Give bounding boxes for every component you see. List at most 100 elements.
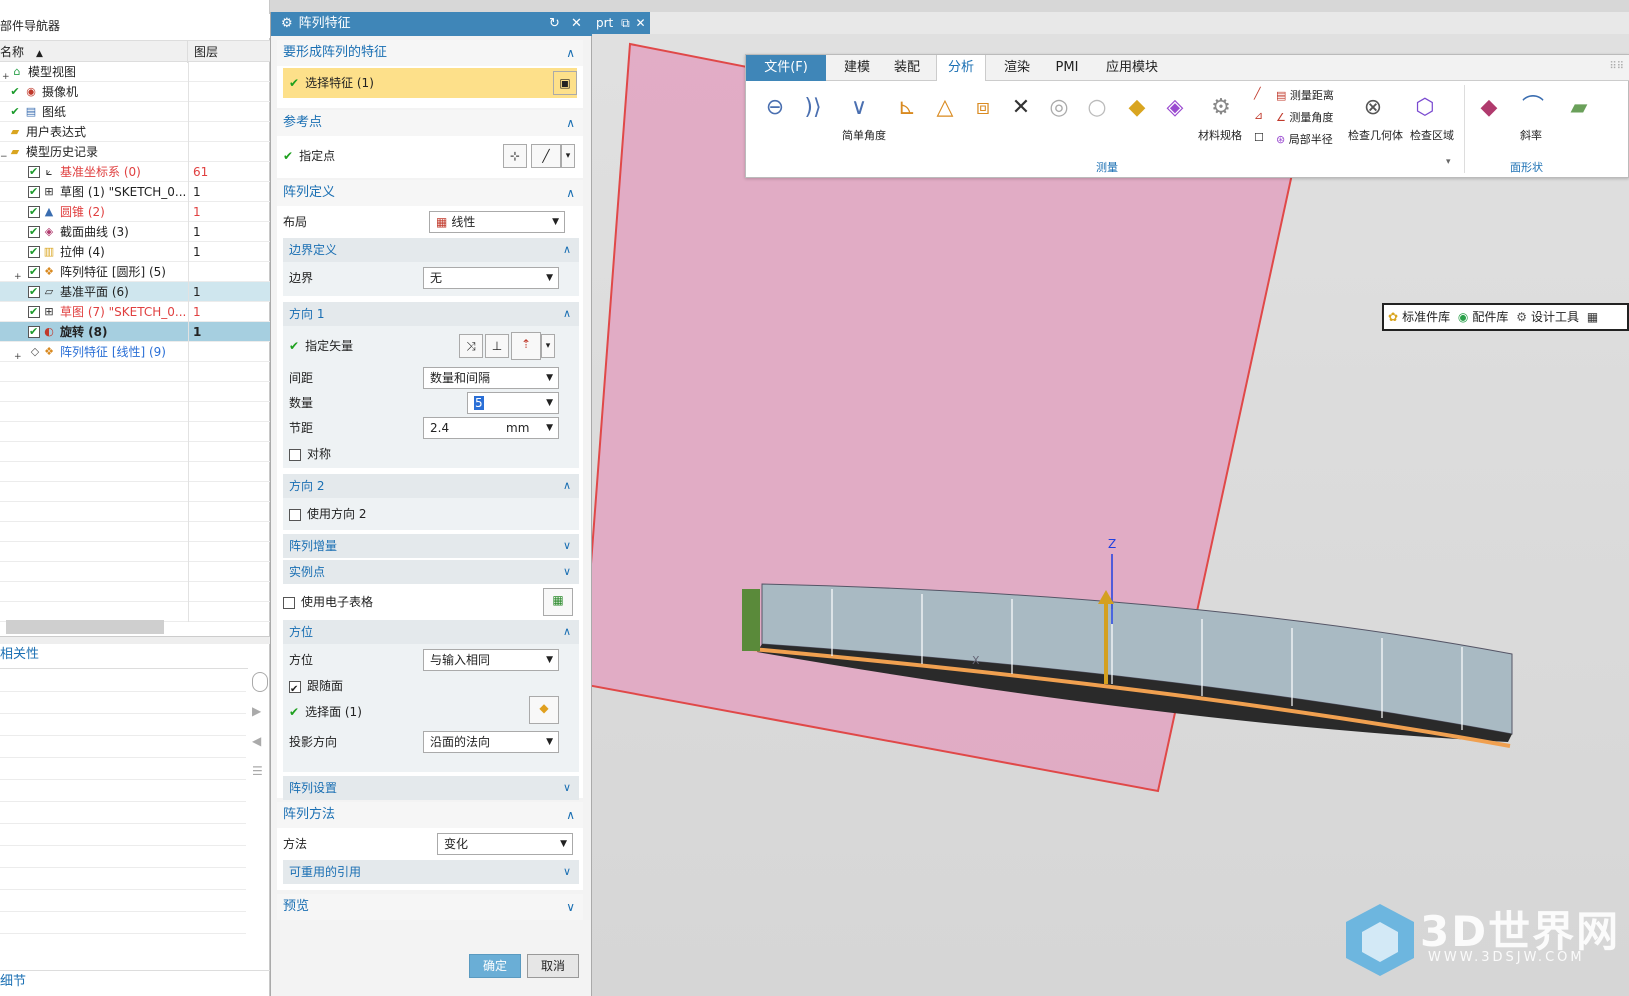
- tree-row-section-curve[interactable]: ◈ 截面曲线 (3) 1: [0, 222, 270, 242]
- cancel-button[interactable]: 取消: [527, 954, 579, 978]
- tree-row-datum-csys[interactable]: ⟀ 基准坐标系 (0) 61: [0, 162, 270, 182]
- tree-row-extrude[interactable]: ▥ 拉伸 (4) 1: [0, 242, 270, 262]
- direction2-subsection-header[interactable]: 方向 2 ∧: [283, 474, 579, 498]
- boundary-subsection-header[interactable]: 边界定义 ∧: [283, 238, 579, 262]
- spreadsheet-icon[interactable]: ▦: [543, 588, 573, 616]
- tree-row-datum-plane[interactable]: ▱ 基准平面 (6) 1: [0, 282, 270, 302]
- dropdown-arrow-icon[interactable]: ▾: [541, 334, 555, 358]
- follow-face-checkbox[interactable]: 跟随面: [289, 674, 343, 702]
- tree-row-cone[interactable]: ▲ 圆锥 (2) 1: [0, 202, 270, 222]
- tab-application[interactable]: 应用模块: [1096, 55, 1168, 81]
- tab-modeling[interactable]: 建模: [836, 55, 878, 81]
- tab-file[interactable]: 文件(F): [746, 55, 826, 81]
- check-region-icon[interactable]: ⬡: [1408, 91, 1442, 125]
- panel-splitter[interactable]: [0, 636, 270, 644]
- part-tab[interactable]: prt ⧉ ✕: [592, 12, 650, 34]
- definition-section-header[interactable]: 阵列定义 ∧: [277, 180, 583, 206]
- ring-icon[interactable]: ○: [1080, 91, 1114, 125]
- use-direction2-checkbox[interactable]: 使用方向 2: [289, 502, 366, 526]
- measure-angle-small-icon[interactable]: ⊿: [1254, 109, 1263, 122]
- material-spec-icon[interactable]: ⚙: [1204, 91, 1238, 125]
- list-icon[interactable]: ☰: [252, 764, 268, 790]
- tree-row-model-history[interactable]: − ▰ 模型历史记录: [0, 142, 270, 162]
- features-section-header[interactable]: 要形成阵列的特征 ∧: [277, 40, 583, 66]
- tree-row-drawings[interactable]: ✔ ▤ 图纸: [0, 102, 270, 122]
- feature-select-icon[interactable]: ▣: [553, 71, 577, 95]
- design-tools-button[interactable]: 设计工具: [1531, 310, 1579, 324]
- specify-vector-row[interactable]: ✔ 指定矢量: [289, 334, 353, 358]
- local-radius-button[interactable]: ⊛ 局部半径: [1276, 131, 1333, 147]
- measure-arc-icon[interactable]: )⟩: [796, 91, 830, 125]
- dropdown-arrow-icon[interactable]: ▾: [561, 144, 575, 168]
- group-dropdown-icon[interactable]: ▾: [1446, 157, 1451, 167]
- face-analysis-icon[interactable]: ◆: [1472, 91, 1506, 125]
- tree-row-sketch-1[interactable]: ⊞ 草图 (1) "SKETCH_0... 1: [0, 182, 270, 202]
- visibility-checkbox[interactable]: [28, 322, 40, 342]
- select-face-row[interactable]: ✔ 选择面 (1): [289, 700, 362, 724]
- face-select-icon[interactable]: ◆: [529, 696, 559, 724]
- pyramid-icon[interactable]: △: [928, 91, 962, 125]
- count-input[interactable]: 5 ▼: [467, 392, 559, 414]
- column-name-header[interactable]: 名称 ▲: [0, 41, 188, 63]
- projection-select[interactable]: 沿面的法向 ▼: [423, 731, 559, 753]
- mass-icon[interactable]: ◎: [1042, 91, 1076, 125]
- simple-length-icon[interactable]: ⊾: [890, 91, 924, 125]
- measure-distance-icon[interactable]: ⊖: [758, 91, 792, 125]
- relations-panel-title[interactable]: 相关性: [0, 644, 270, 666]
- slope-icon[interactable]: ⌒: [1516, 91, 1550, 125]
- reusable-subsection-header[interactable]: 可重用的引用 ∨: [283, 860, 579, 884]
- layout-select[interactable]: ▦ 线性 ▼: [429, 211, 565, 233]
- visibility-checkbox[interactable]: [28, 202, 40, 222]
- method-select[interactable]: 变化 ▼: [437, 833, 573, 855]
- orientation-select[interactable]: 与输入相同 ▼: [423, 649, 559, 671]
- close-icon[interactable]: ✕: [571, 12, 582, 36]
- spacing-select[interactable]: 数量和间隔 ▼: [423, 367, 559, 389]
- intersect-icon[interactable]: ✕: [1004, 91, 1038, 125]
- settings-subsection-header[interactable]: 阵列设置 ∨: [283, 776, 579, 800]
- reset-icon[interactable]: ↻: [549, 12, 560, 36]
- horizontal-scrollbar[interactable]: [6, 620, 164, 634]
- measure-distance-small-icon[interactable]: ╱: [1254, 87, 1261, 100]
- inferred-point-icon[interactable]: ╱: [531, 144, 561, 168]
- standard-library-button[interactable]: 标准件库: [1402, 310, 1450, 324]
- visibility-checkbox[interactable]: [28, 262, 40, 282]
- measure-angle-button[interactable]: ∠ 测量角度: [1276, 109, 1333, 125]
- reverse-direction-icon[interactable]: ⤨: [459, 334, 483, 358]
- grip-icon[interactable]: ⠿⠿: [1609, 61, 1624, 72]
- select-feature-row[interactable]: ✔ 选择特征 (1): [283, 68, 577, 98]
- orientation-subsection-header[interactable]: 方位 ∧: [283, 620, 579, 644]
- tree-row-revolve[interactable]: ◐ 旋转 (8) 1: [0, 322, 270, 342]
- pitch-input[interactable]: 2.4 mm ▼: [423, 417, 559, 439]
- increment-subsection-header[interactable]: 阵列增量 ∨: [283, 534, 579, 558]
- simple-angle-icon[interactable]: ∨: [842, 91, 876, 125]
- point-dialog-icon[interactable]: ⊹: [503, 144, 527, 168]
- close-icon[interactable]: ✕: [636, 16, 646, 30]
- arrow-left-icon[interactable]: ◀: [252, 734, 268, 754]
- details-panel-title[interactable]: 细节: [0, 970, 270, 992]
- tree-row-camera[interactable]: ✔ ◉ 摄像机: [0, 82, 270, 102]
- distance-face-icon[interactable]: ▰: [1562, 91, 1596, 125]
- ok-button[interactable]: 确定: [469, 954, 521, 978]
- graphics-viewport[interactable]: Z X: [592, 34, 1629, 996]
- symmetric-checkbox[interactable]: 对称: [289, 442, 331, 466]
- arrow-right-icon[interactable]: ▶: [252, 704, 268, 724]
- tab-assembly[interactable]: 装配: [886, 55, 928, 81]
- parts-library-button[interactable]: 配件库: [1472, 310, 1508, 324]
- visibility-checkbox[interactable]: [28, 162, 40, 182]
- specify-point-row[interactable]: ✔ 指定点: [283, 144, 335, 168]
- undock-icon[interactable]: ⧉: [621, 16, 630, 30]
- check-geometry-icon[interactable]: ⊗: [1356, 91, 1390, 125]
- interference-icon[interactable]: ◈: [1158, 91, 1192, 125]
- visibility-checkbox[interactable]: [28, 242, 40, 262]
- method-section-header[interactable]: 阵列方法 ∧: [277, 802, 583, 828]
- tree-row-pattern-linear[interactable]: + ◇ ❖ 阵列特征 [线性] (9): [0, 342, 270, 362]
- search-icon[interactable]: [252, 672, 268, 692]
- measure-distance-button[interactable]: ▤ 测量距离: [1276, 87, 1334, 103]
- visibility-checkbox[interactable]: [28, 222, 40, 242]
- boundary-select[interactable]: 无 ▼: [423, 267, 559, 289]
- use-spreadsheet-checkbox[interactable]: 使用电子表格: [283, 590, 373, 614]
- direction1-subsection-header[interactable]: 方向 1 ∧: [283, 302, 579, 326]
- tree-row-sketch-7[interactable]: ⊞ 草图 (7) "SKETCH_0... 1: [0, 302, 270, 322]
- visibility-checkbox[interactable]: [28, 182, 40, 202]
- instance-subsection-header[interactable]: 实例点 ∨: [283, 560, 579, 584]
